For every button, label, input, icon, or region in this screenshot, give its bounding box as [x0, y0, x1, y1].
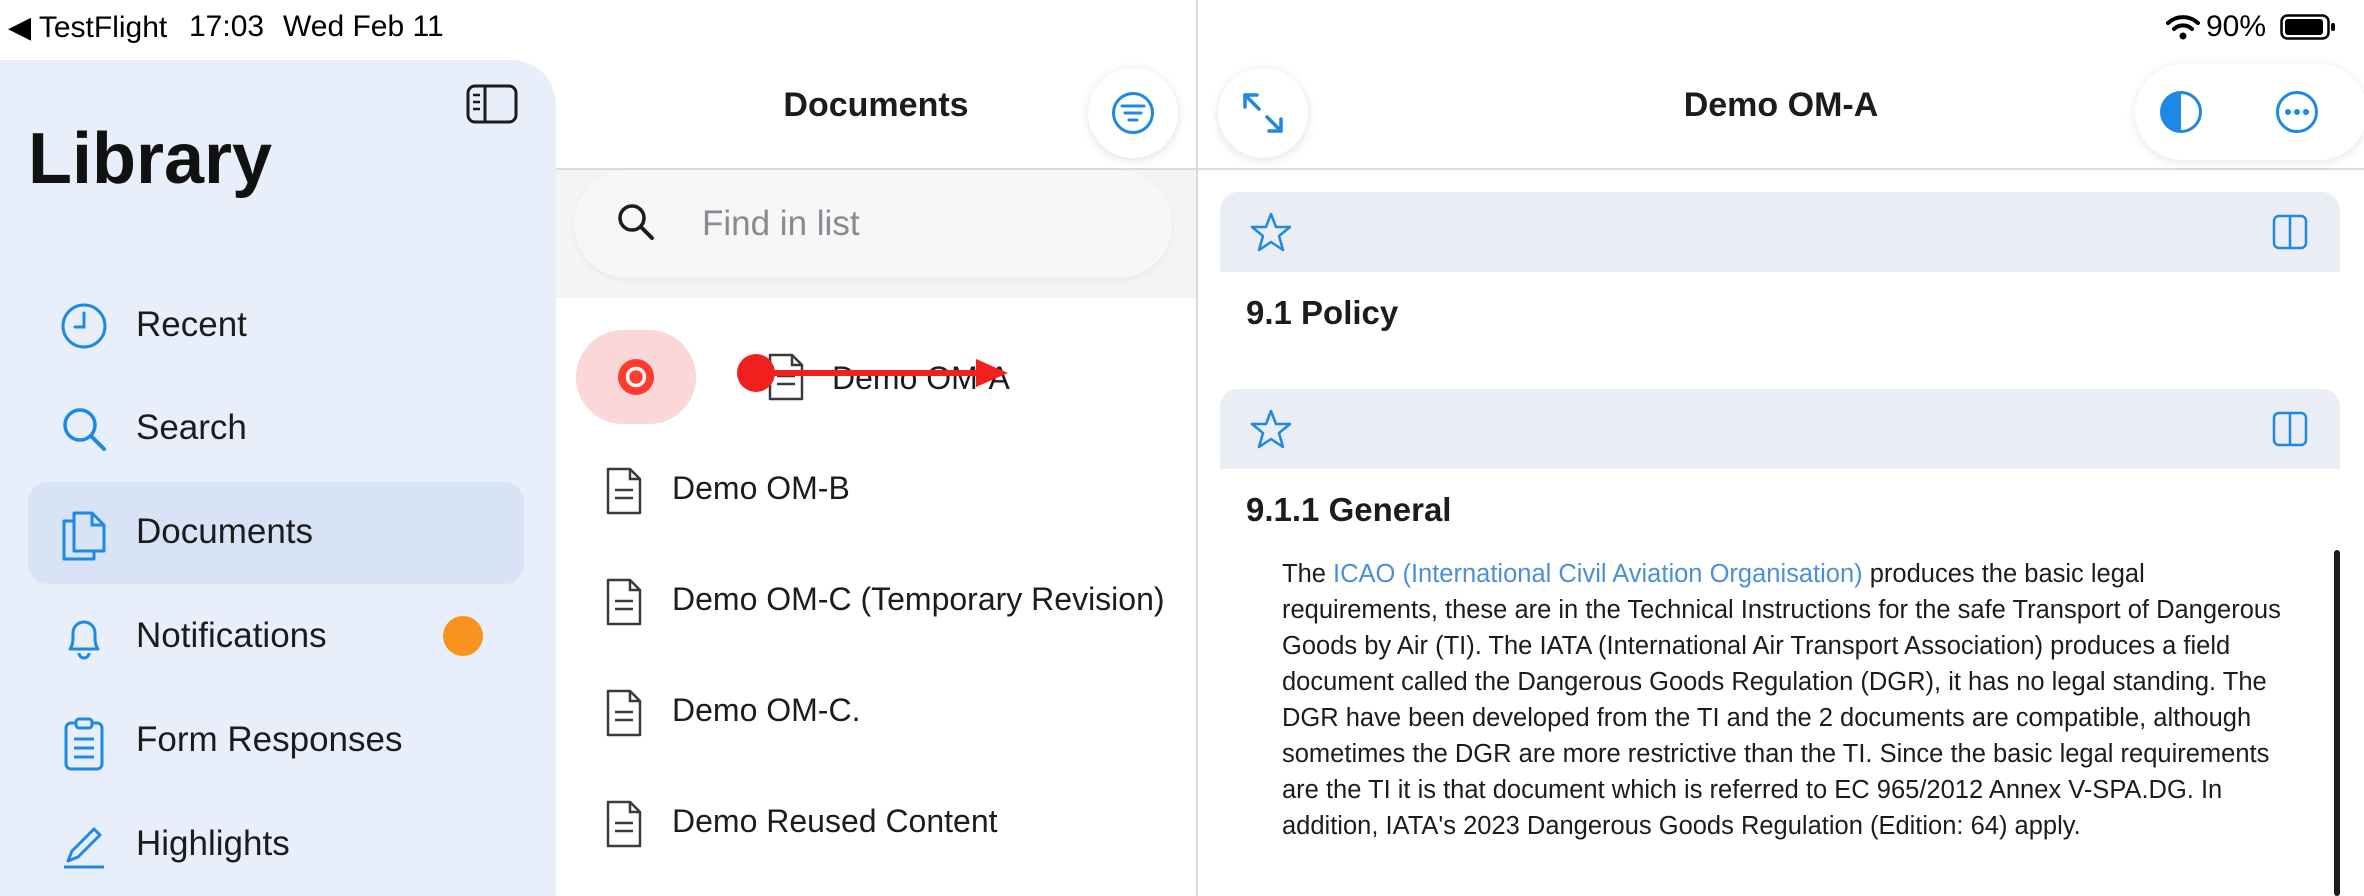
star-icon[interactable]	[1250, 211, 1292, 253]
bell-icon	[60, 613, 108, 661]
list-item[interactable]: Demo OM-B	[556, 432, 1196, 542]
list-item[interactable]: Demo OM-C (Temporary Revision)	[556, 543, 1196, 653]
magnifier-icon	[60, 405, 108, 453]
paragraph-body: produces the basic legal requirements, t…	[1282, 560, 2281, 840]
list-item[interactable]: Demo OM-C.	[556, 654, 1196, 764]
filter-button[interactable]	[1088, 68, 1178, 158]
split-view-icon[interactable]	[2272, 411, 2308, 447]
sidebar-item-recent[interactable]: Recent	[28, 275, 524, 377]
filter-icon	[1111, 91, 1155, 135]
battery-percent: 90%	[2206, 10, 2267, 43]
status-date: Wed Feb 11	[283, 10, 444, 43]
section-paragraph: The ICAO (International Civil Aviation O…	[1282, 556, 2302, 844]
section-card: 9.1 Policy	[1220, 272, 2340, 372]
sidebar-item-label: Highlights	[136, 824, 290, 863]
star-icon[interactable]	[1250, 408, 1292, 450]
more-icon[interactable]	[2275, 90, 2319, 134]
wifi-icon	[2166, 14, 2200, 40]
split-view-icon[interactable]	[2272, 214, 2308, 250]
search-icon	[616, 202, 656, 242]
list-item-label: Demo OM-C.	[672, 692, 861, 728]
sidebar-item-label: Notifications	[136, 616, 327, 655]
sidebar-item-documents[interactable]: Documents	[28, 482, 524, 584]
document-icon	[604, 577, 644, 627]
clock-icon	[60, 302, 108, 350]
search-placeholder: Find in list	[702, 204, 860, 243]
sidebar-item-label: Form Responses	[136, 720, 403, 759]
pencil-icon	[60, 821, 108, 869]
delete-swipe-button[interactable]	[576, 330, 696, 424]
sidebar-item-label: Search	[136, 408, 247, 447]
paragraph-prefix: The	[1282, 560, 1334, 588]
documents-icon	[60, 509, 108, 561]
detail-actions-group	[2135, 64, 2364, 160]
section-heading: 9.1 Policy	[1246, 294, 1399, 331]
sidebar-item-form-responses[interactable]: Form Responses	[28, 690, 524, 792]
list-item-label: Demo Reused Content	[672, 803, 998, 839]
sidebar-toggle-icon[interactable]	[466, 84, 518, 124]
back-to-app-link[interactable]: ◀ TestFlight	[8, 10, 167, 45]
list-header: Documents	[556, 56, 1196, 170]
sidebar-item-notifications[interactable]: Notifications	[28, 586, 524, 688]
document-icon	[604, 799, 644, 849]
section-toolbar	[1220, 389, 2340, 469]
find-in-list-input[interactable]: Find in list	[574, 170, 1172, 278]
swipe-gesture-arrow-icon	[736, 351, 1016, 395]
status-time: 17:03	[189, 10, 265, 43]
contrast-icon[interactable]	[2159, 90, 2203, 134]
icao-link[interactable]: ICAO (International Civil Aviation Organ…	[1333, 560, 1863, 588]
status-bar: ◀ TestFlight 17:03 Wed Feb 11 90%	[0, 0, 2364, 56]
search-area: Find in list	[556, 170, 1196, 298]
list-item[interactable]: Demo OM-A	[556, 322, 1196, 432]
scroll-indicator[interactable]	[2334, 550, 2340, 896]
battery-icon	[2280, 14, 2336, 40]
list-item-label: Demo OM-B	[672, 470, 850, 506]
section-heading: 9.1.1 General	[1246, 491, 1452, 528]
sidebar-item-search[interactable]: Search	[28, 378, 524, 480]
document-icon	[604, 466, 644, 516]
sidebar-item-label: Recent	[136, 305, 247, 344]
sidebar-item-label: Documents	[136, 512, 314, 551]
list-item[interactable]: Demo Reused Content	[556, 765, 1196, 875]
notification-badge	[443, 616, 483, 656]
sidebar-title: Library	[28, 119, 273, 199]
list-item-label: Demo OM-C (Temporary Revision)	[672, 581, 1165, 617]
clipboard-icon	[60, 717, 108, 771]
section-toolbar	[1220, 192, 2340, 272]
sidebar-item-highlights[interactable]: Highlights	[28, 794, 524, 896]
delete-icon	[616, 357, 656, 397]
document-icon	[604, 688, 644, 738]
detail-header: Demo OM-A	[1198, 56, 2364, 170]
